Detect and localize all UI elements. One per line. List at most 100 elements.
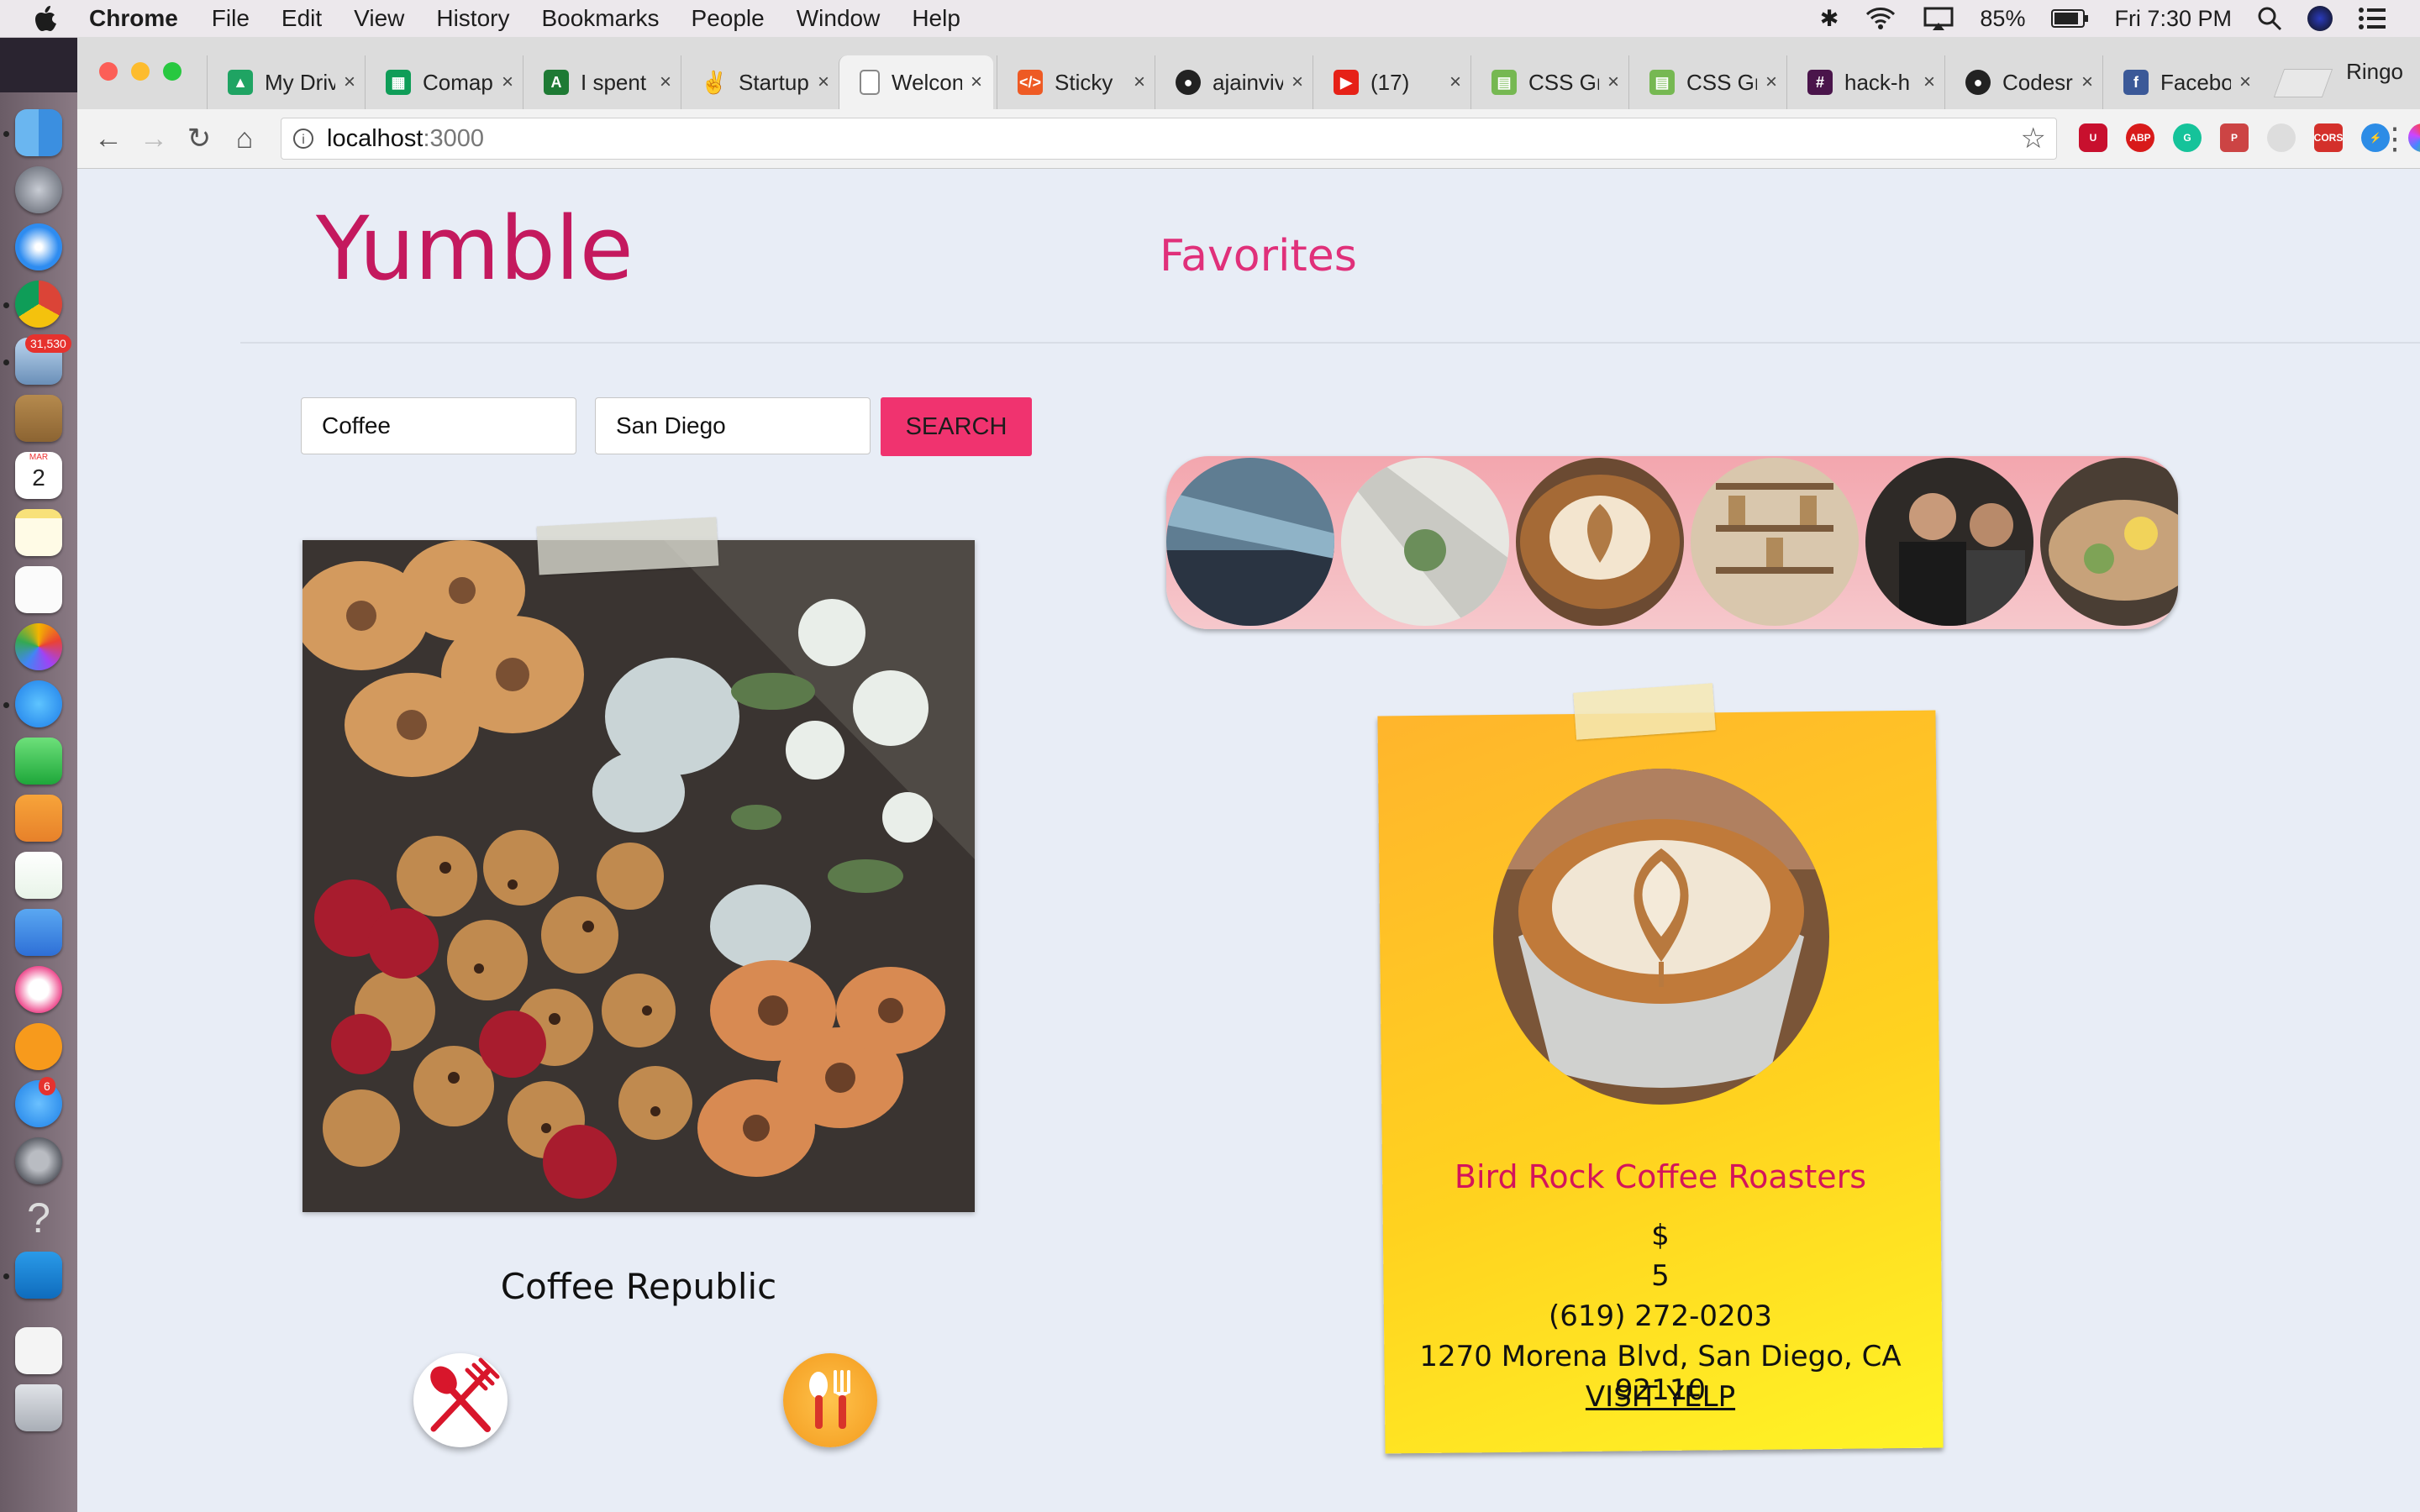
search-button[interactable]: SEARCH <box>881 397 1032 456</box>
pages-icon[interactable] <box>15 795 62 842</box>
spotlight-search-icon[interactable] <box>2257 6 2282 31</box>
photo-carousel[interactable] <box>1166 456 2178 629</box>
window-minimize-button[interactable] <box>131 62 150 81</box>
chrome-menu-icon[interactable]: ⋮ <box>2380 121 2410 156</box>
document-stack-icon[interactable] <box>15 1327 62 1374</box>
notification-center-icon[interactable] <box>2358 7 2386 30</box>
window-close-button[interactable] <box>99 62 118 81</box>
yumble-logo[interactable]: Yumble <box>316 197 634 300</box>
tab-welcome-active[interactable]: Welcon × <box>839 55 993 109</box>
tab-close-icon[interactable]: × <box>1765 71 1777 94</box>
tab-close-icon[interactable]: × <box>818 71 829 94</box>
siri-icon[interactable] <box>2307 6 2333 31</box>
menu-bookmarks[interactable]: Bookmarks <box>541 5 659 32</box>
menubar-clock[interactable]: Fri 7:30 PM <box>2114 6 2232 32</box>
tab-hack-h[interactable]: # hack-h × <box>1786 55 1941 109</box>
tab-close-icon[interactable]: × <box>971 71 982 94</box>
carousel-photo[interactable] <box>2040 458 2178 626</box>
photos-icon[interactable] <box>15 623 62 670</box>
back-button[interactable]: ← <box>92 123 124 155</box>
like-button[interactable] <box>783 1353 877 1447</box>
tab-css-grid-2[interactable]: ▤ CSS Gr × <box>1628 55 1783 109</box>
tab-ajainviv[interactable]: ● ajainviv × <box>1155 55 1309 109</box>
notes-icon[interactable] <box>15 509 62 556</box>
bluetooth-icon[interactable]: ✱ <box>1820 6 1839 32</box>
tab-sticky[interactable]: </> Sticky × <box>997 55 1151 109</box>
tab-youtube[interactable]: ▶ (17) × <box>1313 55 1467 109</box>
carousel-photo[interactable] <box>1166 458 1334 626</box>
visit-yelp-link[interactable]: VISIT YELP <box>1381 1380 1939 1414</box>
menu-edit[interactable]: Edit <box>281 5 322 32</box>
contacts-icon[interactable] <box>15 395 62 442</box>
home-button[interactable]: ⌂ <box>229 123 260 155</box>
system-preferences-icon[interactable] <box>15 1137 62 1184</box>
messages-icon[interactable] <box>15 680 62 727</box>
vscode-icon[interactable] <box>15 1252 62 1299</box>
ublock-extension-icon[interactable]: U <box>2079 123 2107 152</box>
itunes-icon[interactable] <box>15 966 62 1013</box>
disabled-extension-icon[interactable] <box>2267 123 2296 152</box>
tab-comap[interactable]: ▦ Comap × <box>365 55 519 109</box>
tab-close-icon[interactable]: × <box>344 71 355 94</box>
carousel-photo[interactable] <box>1865 458 2033 626</box>
battery-icon[interactable] <box>2050 8 2089 29</box>
tab-close-icon[interactable]: × <box>1292 71 1303 94</box>
facetime-icon[interactable] <box>15 738 62 785</box>
profile-name[interactable]: Ringo <box>2346 59 2403 85</box>
carousel-photo[interactable] <box>1341 458 1509 626</box>
pinterest-extension-icon[interactable]: P <box>2220 123 2249 152</box>
calendar-icon[interactable]: MAR 2 <box>15 452 62 499</box>
carousel-photo[interactable] <box>1691 458 1859 626</box>
tab-close-icon[interactable]: × <box>2239 71 2251 94</box>
search-location-input[interactable] <box>595 397 871 454</box>
tab-close-icon[interactable]: × <box>1134 71 1145 94</box>
window-zoom-button[interactable] <box>163 62 182 81</box>
launchpad-icon[interactable] <box>15 166 62 213</box>
address-bar[interactable]: i localhost :3000 ☆ <box>281 118 2057 160</box>
color-wheel-extension-icon[interactable] <box>2408 123 2420 152</box>
reminders-icon[interactable] <box>15 566 62 613</box>
chrome-icon[interactable] <box>15 281 62 328</box>
tab-close-icon[interactable]: × <box>1607 71 1619 94</box>
menu-help[interactable]: Help <box>912 5 960 32</box>
grammarly-extension-icon[interactable]: G <box>2173 123 2202 152</box>
adblock-plus-extension-icon[interactable]: ABP <box>2126 123 2154 152</box>
reload-button[interactable]: ↻ <box>183 123 215 155</box>
menu-view[interactable]: View <box>354 5 404 32</box>
apple-menu-icon[interactable] <box>34 4 59 33</box>
tab-my-drive[interactable]: ▲ My Driv × <box>207 55 361 109</box>
tab-codesmith[interactable]: ● Codesr × <box>1944 55 2099 109</box>
new-tab-button[interactable] <box>2273 69 2333 97</box>
site-info-icon[interactable]: i <box>293 129 313 149</box>
search-term-input[interactable] <box>301 397 576 454</box>
finder-icon[interactable] <box>15 109 62 156</box>
tab-facebook[interactable]: f Facebo × <box>2102 55 2257 109</box>
app-menu-chrome[interactable]: Chrome <box>89 5 178 32</box>
tab-startup[interactable]: ✌ Startup × <box>681 55 835 109</box>
help-question-icon[interactable]: ? <box>15 1194 62 1242</box>
favorites-link[interactable]: Favorites <box>1160 231 1357 281</box>
tab-close-icon[interactable]: × <box>1923 71 1935 94</box>
wifi-icon[interactable] <box>1864 6 1897 31</box>
ibooks-icon[interactable] <box>15 1023 62 1070</box>
forward-button[interactable]: → <box>138 123 170 155</box>
safari-icon[interactable] <box>15 223 62 270</box>
dislike-button[interactable] <box>413 1353 508 1447</box>
tab-css-grid-1[interactable]: ▤ CSS Gr × <box>1470 55 1625 109</box>
keynote-icon[interactable] <box>15 909 62 956</box>
menu-people[interactable]: People <box>692 5 765 32</box>
bookmark-star-icon[interactable]: ☆ <box>2021 122 2046 155</box>
cors-extension-icon[interactable]: CORS <box>2314 123 2343 152</box>
menu-file[interactable]: File <box>212 5 250 32</box>
tab-i-spent[interactable]: A I spent × <box>523 55 677 109</box>
numbers-icon[interactable] <box>15 852 62 899</box>
tab-close-icon[interactable]: × <box>660 71 671 94</box>
trash-icon[interactable] <box>15 1384 62 1431</box>
menu-window[interactable]: Window <box>797 5 881 32</box>
menu-history[interactable]: History <box>436 5 509 32</box>
tab-close-icon[interactable]: × <box>502 71 513 94</box>
carousel-photo[interactable] <box>1516 458 1684 626</box>
airplay-icon[interactable] <box>1923 6 1954 31</box>
tab-close-icon[interactable]: × <box>1449 71 1461 94</box>
tab-close-icon[interactable]: × <box>2081 71 2093 94</box>
